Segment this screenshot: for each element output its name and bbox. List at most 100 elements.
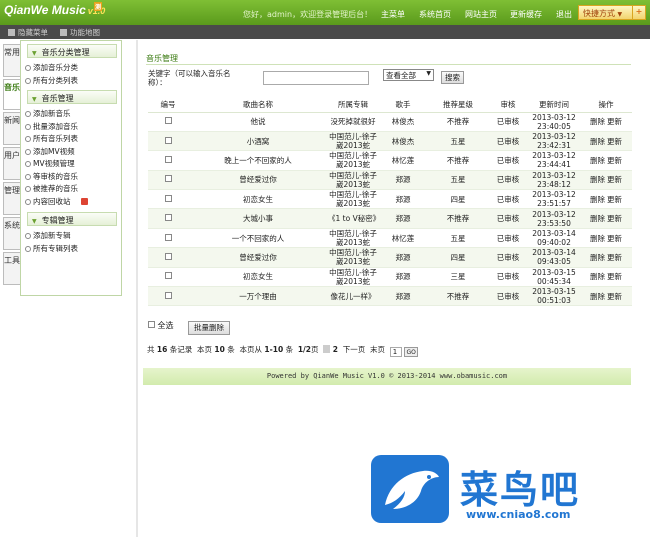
section-music-header[interactable]: ▼ 音乐管理: [27, 90, 117, 104]
song-name[interactable]: 一万个理由: [188, 286, 328, 307]
row-checkbox[interactable]: [164, 291, 172, 299]
table-row: 初恋女生 中国范儿-徐子崴2013蛇 郑源 三星 已审核 2013-03-15 00:45:…: [148, 267, 632, 288]
tab-manage[interactable]: 管理: [3, 182, 20, 215]
splitter[interactable]: [136, 40, 138, 537]
page-current: [323, 345, 331, 353]
section-category-header[interactable]: ▼ 音乐分类管理: [27, 44, 117, 58]
delete-link[interactable]: 删除: [590, 253, 605, 262]
delete-link[interactable]: 删除: [590, 195, 605, 204]
update-link[interactable]: 更新: [607, 253, 622, 262]
delete-link[interactable]: 删除: [590, 117, 605, 126]
update-time: 2013-03-12 23:42:31: [528, 131, 580, 152]
song-name[interactable]: 晚上一个不回家的人: [188, 150, 328, 171]
update-clock: 23:51:57: [537, 199, 571, 209]
delete-link[interactable]: 删除: [590, 214, 605, 223]
sidebar-item-music-list[interactable]: 所有音乐列表: [21, 133, 121, 146]
song-name[interactable]: 一个不回家的人: [188, 228, 328, 249]
nav-system-home[interactable]: 系统首页: [419, 9, 451, 20]
delete-link[interactable]: 删除: [590, 137, 605, 146]
song-name[interactable]: 曾经爱过你: [188, 247, 328, 268]
last-page-link[interactable]: 末页: [370, 345, 385, 354]
select-all[interactable]: 全选: [148, 320, 174, 331]
table-header: 编号 歌曲名称 所属专辑 歌手 推荐星级 审核 更新时间 操作: [148, 97, 632, 113]
tab-system[interactable]: 系统: [3, 217, 20, 250]
delete-link[interactable]: 删除: [590, 156, 605, 165]
row-checkbox[interactable]: [164, 136, 172, 144]
sidebar-item-add-mv[interactable]: 添加MV视频: [21, 146, 121, 159]
song-name[interactable]: 初恋女生: [188, 189, 328, 210]
update-clock: 23:48:12: [537, 179, 571, 189]
update-link[interactable]: 更新: [607, 137, 622, 146]
watermark-url: www.cniao8.com: [466, 508, 571, 521]
update-link[interactable]: 更新: [607, 195, 622, 204]
update-link[interactable]: 更新: [607, 272, 622, 281]
sidebar-item-add-music[interactable]: 添加新音乐: [21, 108, 121, 121]
section-album-header[interactable]: ▼ 专辑管理: [27, 212, 117, 226]
sidebar: ▼ 音乐分类管理 添加音乐分类 所有分类列表 ▼ 音乐管理 添加新音乐 批量添加音乐…: [20, 40, 122, 296]
row-checkbox[interactable]: [164, 117, 172, 125]
row-checkbox[interactable]: [164, 233, 172, 241]
star-rating: 不推荐: [428, 286, 488, 307]
sitemap-link[interactable]: 功能地图: [60, 27, 100, 38]
sidebar-item-add-category[interactable]: 添加音乐分类: [21, 62, 121, 75]
sidebar-item-add-album[interactable]: 添加新专辑: [21, 230, 121, 243]
quick-menu-button[interactable]: 快捷方式 ▼ +: [578, 5, 646, 20]
sidebar-item-recycle-bin[interactable]: 内容回收站: [21, 196, 121, 209]
row-checkbox[interactable]: [164, 194, 172, 202]
song-name[interactable]: 曾经爱过你: [188, 170, 328, 191]
nav-site-home[interactable]: 网站主页: [465, 9, 497, 20]
sidebar-item-recommended[interactable]: 被推荐的音乐: [21, 183, 121, 196]
update-link[interactable]: 更新: [607, 234, 622, 243]
sidebar-item-album-list[interactable]: 所有专辑列表: [21, 243, 121, 256]
delete-link[interactable]: 删除: [590, 175, 605, 184]
status-badge: 已审核: [488, 189, 528, 210]
sidebar-item-mv-manage[interactable]: MV视频管理: [21, 158, 121, 171]
tab-users[interactable]: 用户: [3, 147, 20, 180]
song-name[interactable]: 大城小事: [188, 208, 328, 229]
singer-name: 郑源: [378, 208, 428, 229]
page-input[interactable]: 1: [389, 347, 402, 357]
hide-menu-link[interactable]: 隐藏菜单: [8, 27, 48, 38]
tab-news[interactable]: 新闻: [3, 112, 20, 145]
update-link[interactable]: 更新: [607, 156, 622, 165]
update-link[interactable]: 更新: [607, 214, 622, 223]
search-button[interactable]: 搜索: [441, 71, 464, 84]
nav-refresh-cache[interactable]: 更新缓存: [510, 9, 542, 20]
row-checkbox[interactable]: [164, 252, 172, 260]
delete-link[interactable]: 删除: [590, 292, 605, 301]
row-checkbox[interactable]: [164, 214, 172, 222]
nav-logout[interactable]: 退出: [556, 9, 572, 20]
song-name[interactable]: 他说: [188, 112, 328, 132]
go-button[interactable]: GO: [404, 347, 419, 357]
row-checkbox[interactable]: [164, 175, 172, 183]
tab-tools[interactable]: 工具: [3, 252, 20, 285]
update-link[interactable]: 更新: [607, 292, 622, 301]
album-name: 像花儿一样》: [328, 286, 378, 307]
status-badge: 已审核: [488, 267, 528, 288]
update-link[interactable]: 更新: [607, 117, 622, 126]
nav-main-menu[interactable]: 主菜单: [381, 9, 405, 20]
star-rating: 不推荐: [428, 150, 488, 171]
row-actions: 删除 更新: [580, 208, 632, 229]
row-checkbox[interactable]: [164, 272, 172, 280]
plus-icon[interactable]: +: [632, 6, 645, 19]
next-page-link[interactable]: 下一页: [343, 345, 366, 354]
keyword-input[interactable]: [263, 71, 369, 85]
filter-select[interactable]: 查看全部 ▼: [383, 69, 434, 81]
sidebar-item-pending[interactable]: 等审核的音乐: [21, 171, 121, 184]
select-all-checkbox[interactable]: [148, 321, 155, 328]
delete-link[interactable]: 删除: [590, 272, 605, 281]
app-logo[interactable]: QianWe Music v1.0 测: [4, 2, 105, 17]
row-checkbox[interactable]: [164, 155, 172, 163]
sidebar-item-batch-add[interactable]: 批量添加音乐: [21, 121, 121, 134]
delete-link[interactable]: 删除: [590, 234, 605, 243]
page-2-link[interactable]: 2: [333, 345, 338, 354]
batch-delete-button[interactable]: 批量删除: [188, 321, 230, 335]
tab-music[interactable]: 音乐: [3, 79, 20, 110]
vertical-tabs: 常用 音乐 新闻 用户 管理 系统 工具: [3, 44, 20, 287]
sidebar-item-category-list[interactable]: 所有分类列表: [21, 75, 121, 88]
tab-common[interactable]: 常用: [3, 44, 20, 77]
song-name[interactable]: 初恋女生: [188, 267, 328, 288]
update-link[interactable]: 更新: [607, 175, 622, 184]
song-name[interactable]: 小酒窝: [188, 131, 328, 152]
